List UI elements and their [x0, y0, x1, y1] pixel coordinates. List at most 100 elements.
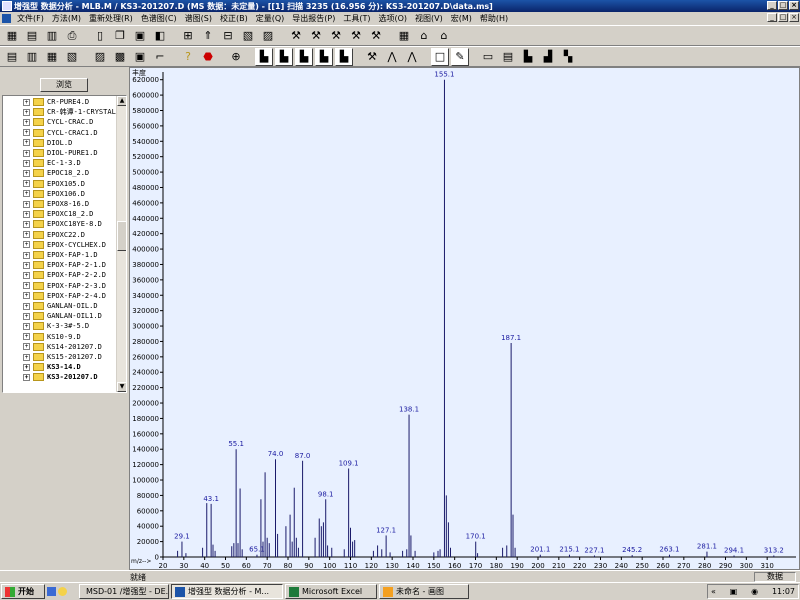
library-icon[interactable]: ⌂	[415, 27, 433, 45]
tree-item[interactable]: + EPOX-FAP-2-3.D	[3, 281, 106, 291]
expand-icon[interactable]: +	[23, 231, 30, 239]
scroll-thumb[interactable]	[117, 221, 126, 251]
tree-item[interactable]: + EPOXC18YE-8.D	[3, 219, 102, 229]
menu-method[interactable]: 方法(M)	[48, 13, 85, 24]
print-icon[interactable]: ⎙	[63, 27, 81, 45]
hammer-3-icon[interactable]: ⚒	[327, 27, 345, 45]
desktop-icon[interactable]	[47, 587, 56, 596]
tree-item[interactable]: + EPOXC22.D	[3, 230, 85, 240]
tree-item[interactable]: + KS14-201207.D	[3, 342, 102, 352]
peak-up-icon[interactable]: ⇑	[199, 27, 217, 45]
menu-spectrum[interactable]: 谱图(S)	[181, 13, 216, 24]
table-view-icon[interactable]: ▤	[499, 48, 517, 66]
spectrum-tool-1-icon[interactable]: ⚒	[363, 48, 381, 66]
task-paint[interactable]: 未命名 - 画图	[379, 584, 469, 599]
spectrum-chart[interactable]: 0 20000 40000 60000 80000 100000 120000 140000 1…	[129, 67, 800, 570]
chromatogram-1-icon[interactable]: ▙	[255, 47, 273, 66]
document-icon[interactable]	[2, 13, 11, 23]
load-file-icon[interactable]: ▤	[3, 48, 21, 66]
expand-icon[interactable]: +	[23, 271, 30, 279]
tree-item[interactable]: + GANLAN-OIL1.D	[3, 311, 102, 321]
expand-icon[interactable]: +	[23, 282, 30, 290]
tree-item[interactable]: + CYCL-CRAC1.D	[3, 128, 98, 138]
menu-help[interactable]: 帮助(H)	[476, 13, 512, 24]
browser-icon[interactable]	[58, 587, 67, 596]
save-file-icon[interactable]: ▥	[23, 48, 41, 66]
scroll-down-arrow[interactable]: ▼	[117, 382, 126, 392]
document-icon-2[interactable]: ▯	[91, 27, 109, 45]
tree-item[interactable]: + EC-1-3.D	[3, 158, 81, 168]
chromatogram-4-icon[interactable]: ▙	[315, 47, 333, 66]
expand-icon[interactable]: +	[23, 118, 30, 126]
spectrum-tool-2-icon[interactable]: ⋀	[383, 48, 401, 66]
tree-item[interactable]: + EPOX106.D	[3, 189, 85, 199]
blank-sheet-icon[interactable]: □	[431, 47, 449, 66]
expand-icon[interactable]: +	[23, 261, 30, 269]
menu-view[interactable]: 视图(V)	[411, 13, 447, 24]
task-excel[interactable]: Microsoft Excel	[285, 584, 377, 599]
tree-scrollbar[interactable]: ▲ ▼	[116, 96, 126, 392]
spectrum-view-icon[interactable]: ▙	[519, 48, 537, 66]
load-data-icon[interactable]: ▦	[3, 27, 21, 45]
chromatogram-2-icon[interactable]: ▙	[275, 47, 293, 66]
expand-icon[interactable]: +	[23, 210, 30, 218]
volume-icon[interactable]: ◉	[751, 587, 758, 596]
tree-item[interactable]: + EPOX-FAP-1.D	[3, 250, 98, 260]
tree-item[interactable]: + GANLAN-OIL.D	[3, 301, 98, 311]
peak-table-icon[interactable]: ⊟	[219, 27, 237, 45]
spectrum-tool-3-icon[interactable]: ⋀	[403, 48, 421, 66]
expand-icon[interactable]: +	[23, 149, 30, 157]
expand-icon[interactable]: +	[23, 220, 30, 228]
tree-item[interactable]: + EPOX-FAP-2-2.D	[3, 270, 106, 280]
expand-icon[interactable]: +	[23, 159, 30, 167]
expand-icon[interactable]: +	[23, 98, 30, 106]
select-data-icon[interactable]: ▤	[23, 27, 41, 45]
mdi-restore-button[interactable]: □	[778, 13, 788, 22]
zoom-icon[interactable]: ▣	[131, 48, 149, 66]
expand-icon[interactable]: +	[23, 251, 30, 259]
tree-item[interactable]: + KS3-14.D	[3, 362, 81, 372]
calibrate-icon[interactable]: ▨	[91, 48, 109, 66]
start-button[interactable]: 开始	[1, 584, 45, 599]
stop-icon[interactable]: ⬣	[199, 48, 217, 66]
grid-icon[interactable]: ▦	[395, 27, 413, 45]
minimize-button[interactable]: _	[767, 1, 777, 10]
menu-file[interactable]: 文件(F)	[13, 13, 48, 24]
menu-reprocess[interactable]: 重新处理(R)	[85, 13, 137, 24]
task-data-analysis[interactable]: 增强型 数据分析 - M...	[171, 584, 283, 599]
next-file-icon[interactable]: ▦	[43, 48, 61, 66]
color-icon[interactable]: ◧	[151, 27, 169, 45]
tree-item[interactable]: + DIOL-PURE1.D	[3, 148, 98, 158]
tree-item[interactable]: + CYCL-CRAC.D	[3, 117, 93, 127]
expand-icon[interactable]: +	[23, 108, 30, 116]
integrate-icon[interactable]: ⊞	[179, 27, 197, 45]
palette-icon[interactable]: ▣	[131, 27, 149, 45]
bar-view-icon[interactable]: ▭	[479, 48, 497, 66]
menu-quantitate[interactable]: 定量(Q)	[252, 13, 289, 24]
expand-icon[interactable]: +	[23, 312, 30, 320]
task-msd[interactable]: MSD-01 /增强型 - DE...	[79, 584, 169, 599]
clock[interactable]: 11:07	[772, 587, 795, 596]
menu-options[interactable]: 选项(O)	[374, 13, 411, 24]
tree-item[interactable]: + EPOXC18_2.D	[3, 209, 93, 219]
compare-view-icon[interactable]: ▚	[559, 48, 577, 66]
expand-icon[interactable]: +	[23, 241, 30, 249]
expand-icon[interactable]: +	[23, 343, 30, 351]
menu-report[interactable]: 导出报告(P)	[288, 13, 339, 24]
tree-item[interactable]: + EPOX8-16.D	[3, 199, 89, 209]
expand-icon[interactable]: +	[23, 200, 30, 208]
tree-item[interactable]: + EPOC18_2.D	[3, 168, 89, 178]
tree-item[interactable]: + KS10-9.D	[3, 332, 81, 342]
menu-tools[interactable]: 工具(T)	[339, 13, 374, 24]
expand-icon[interactable]: +	[23, 363, 30, 371]
mdi-close-button[interactable]: ×	[789, 13, 799, 22]
tree-item[interactable]: + KS3-201207.D	[3, 372, 98, 382]
tree-item[interactable]: + DIOL.D	[3, 138, 72, 148]
expand-icon[interactable]: +	[23, 139, 30, 147]
expand-icon[interactable]: +	[23, 322, 30, 330]
report-icon[interactable]: ▥	[43, 27, 61, 45]
network-icon[interactable]: ▣	[730, 587, 738, 596]
tree-item[interactable]: + EPOX-FAP-2-4.D	[3, 291, 106, 301]
expand-icon[interactable]: +	[23, 373, 30, 381]
expand-icon[interactable]: +	[23, 169, 30, 177]
